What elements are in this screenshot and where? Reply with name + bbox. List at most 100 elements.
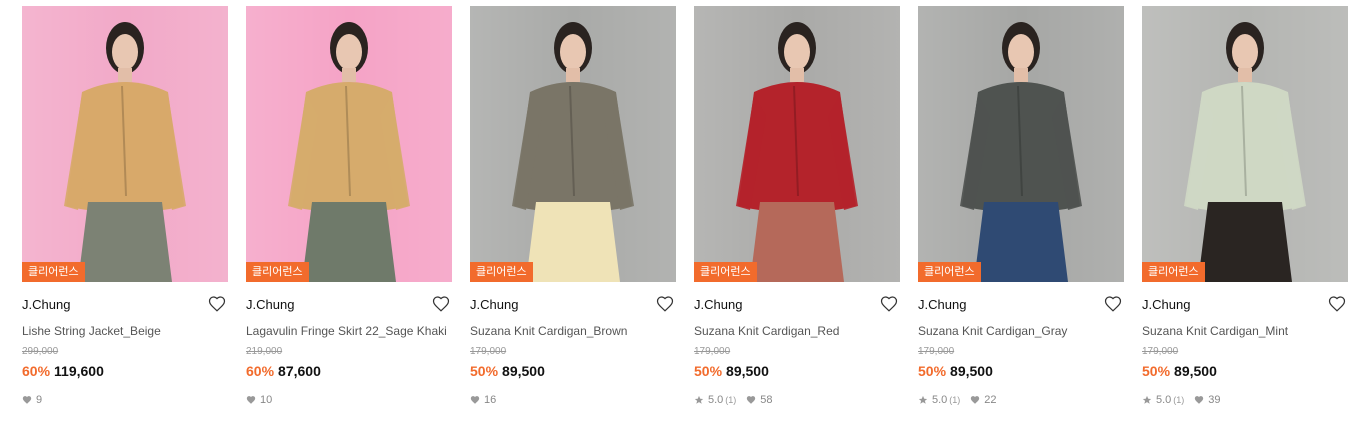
sale-price: 89,500	[950, 363, 993, 379]
likes-count: 16	[484, 394, 497, 406]
heart-filled-icon	[747, 396, 756, 404]
heart-outline-icon[interactable]	[208, 295, 226, 313]
brand-row: J.Chung	[694, 296, 900, 314]
model-photo	[470, 6, 676, 282]
product-name[interactable]: Suzana Knit Cardigan_Gray	[918, 322, 1124, 340]
review-count: (1)	[949, 395, 961, 405]
brand-name[interactable]: J.Chung	[918, 297, 966, 312]
product-name[interactable]: Lishe String Jacket_Beige	[22, 322, 228, 340]
product-meta: 5.0 (1) 39	[1142, 393, 1348, 407]
clearance-badge: 클리어런스	[246, 262, 309, 282]
star-icon	[918, 395, 928, 404]
rating: 5.0 (1)	[694, 393, 736, 407]
product-image[interactable]: 클리어런스	[246, 6, 452, 282]
heart-filled-icon	[246, 396, 256, 404]
product-card[interactable]: 클리어런스 J.Chung Suzana Knit Cardigan_Mint …	[1142, 6, 1348, 407]
price-row: 50% 89,500	[694, 362, 900, 381]
product-image[interactable]: 클리어런스	[694, 6, 900, 282]
heart-filled-icon	[470, 396, 480, 404]
price-row: 50% 89,500	[1142, 362, 1348, 381]
model-photo	[246, 6, 452, 282]
heart-filled-icon	[971, 396, 980, 404]
brand-row: J.Chung	[22, 296, 228, 314]
brand-row: J.Chung	[1142, 296, 1348, 314]
sale-price: 89,500	[726, 363, 769, 379]
price-row: 50% 89,500	[470, 362, 676, 381]
likes-count: 58	[760, 394, 773, 406]
product-meta: 10	[246, 393, 452, 407]
rating: 5.0 (1)	[1142, 393, 1184, 407]
original-price: 179,000	[694, 346, 731, 357]
product-card[interactable]: 클리어런스 J.Chung Lagavulin Fringe Skirt 22_…	[246, 6, 452, 407]
original-price: 179,000	[470, 346, 507, 357]
rating-value: 5.0	[1156, 394, 1172, 406]
brand-name[interactable]: J.Chung	[246, 297, 294, 312]
model-photo	[918, 6, 1124, 282]
brand-name[interactable]: J.Chung	[1142, 297, 1190, 312]
brand-name[interactable]: J.Chung	[470, 297, 518, 312]
product-name[interactable]: Suzana Knit Cardigan_Mint	[1142, 322, 1348, 340]
sale-price: 89,500	[1174, 363, 1217, 379]
star-icon	[1142, 395, 1152, 404]
clearance-badge: 클리어런스	[22, 262, 85, 282]
rating: 5.0 (1)	[918, 393, 960, 407]
price-row: 50% 89,500	[918, 362, 1124, 381]
sale-price: 89,500	[502, 363, 545, 379]
product-card[interactable]: 클리어런스 J.Chung Suzana Knit Cardigan_Brown…	[470, 6, 676, 407]
rating-value: 5.0	[932, 394, 948, 406]
product-name[interactable]: Suzana Knit Cardigan_Brown	[470, 322, 676, 340]
discount-rate: 50%	[1142, 363, 1171, 379]
clearance-badge: 클리어런스	[918, 262, 981, 282]
product-name[interactable]: Lagavulin Fringe Skirt 22_Sage Khaki	[246, 322, 452, 340]
rating-value: 5.0	[708, 394, 724, 406]
likes: 9	[22, 393, 42, 407]
product-meta: 9	[22, 393, 228, 407]
heart-outline-icon[interactable]	[432, 295, 450, 313]
product-image[interactable]: 클리어런스	[918, 6, 1124, 282]
discount-rate: 50%	[694, 363, 723, 379]
product-image[interactable]: 클리어런스	[1142, 6, 1348, 282]
heart-outline-icon[interactable]	[1328, 295, 1346, 313]
likes: 10	[246, 393, 272, 407]
product-card[interactable]: 클리어런스 J.Chung Lishe String Jacket_Beige …	[22, 6, 228, 407]
likes-count: 22	[984, 394, 997, 406]
original-price: 179,000	[918, 346, 955, 357]
heart-outline-icon[interactable]	[656, 295, 674, 313]
product-meta: 16	[470, 393, 676, 407]
discount-rate: 60%	[22, 363, 51, 379]
price-row: 60% 87,600	[246, 362, 452, 381]
star-icon	[694, 395, 704, 404]
product-image[interactable]: 클리어런스	[470, 6, 676, 282]
likes: 22	[970, 393, 997, 407]
product-image[interactable]: 클리어런스	[22, 6, 228, 282]
model-photo	[694, 6, 900, 282]
clearance-badge: 클리어런스	[1142, 262, 1205, 282]
likes-count: 9	[36, 394, 43, 406]
model-photo	[1142, 6, 1348, 282]
likes: 16	[470, 393, 496, 407]
price-row: 60% 119,600	[22, 362, 228, 381]
review-count: (1)	[725, 395, 737, 405]
clearance-badge: 클리어런스	[470, 262, 533, 282]
likes-count: 39	[1208, 394, 1221, 406]
product-card[interactable]: 클리어런스 J.Chung Suzana Knit Cardigan_Red 1…	[694, 6, 900, 407]
model-photo	[22, 6, 228, 282]
heart-outline-icon[interactable]	[1104, 295, 1122, 313]
original-price: 179,000	[1142, 346, 1179, 357]
likes: 58	[746, 393, 773, 407]
brand-name[interactable]: J.Chung	[22, 297, 70, 312]
heart-filled-icon	[22, 396, 32, 404]
brand-row: J.Chung	[918, 296, 1124, 314]
product-meta: 5.0 (1) 22	[918, 393, 1124, 407]
heart-filled-icon	[1195, 396, 1204, 404]
brand-name[interactable]: J.Chung	[694, 297, 742, 312]
likes-count: 10	[260, 394, 273, 406]
heart-outline-icon[interactable]	[880, 295, 898, 313]
discount-rate: 50%	[918, 363, 947, 379]
product-name[interactable]: Suzana Knit Cardigan_Red	[694, 322, 900, 340]
discount-rate: 60%	[246, 363, 275, 379]
original-price: 299,000	[22, 346, 59, 357]
likes: 39	[1194, 393, 1221, 407]
product-card[interactable]: 클리어런스 J.Chung Suzana Knit Cardigan_Gray …	[918, 6, 1124, 407]
brand-row: J.Chung	[246, 296, 452, 314]
